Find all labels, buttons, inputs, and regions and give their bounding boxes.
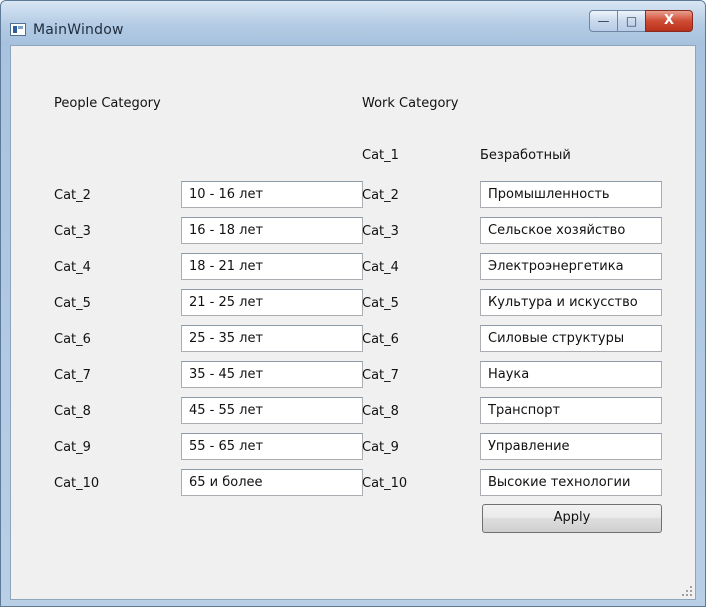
people-cat-field[interactable]: 65 и более (181, 469, 363, 496)
people-cat-field[interactable]: 45 - 55 лет (181, 397, 363, 424)
work-cat-label: Cat_2 (362, 188, 399, 203)
work-cat-1-label: Cat_1 (362, 148, 399, 163)
resize-grip-icon[interactable] (682, 586, 692, 596)
work-cat-field[interactable]: Культура и искусство (480, 289, 662, 316)
app-window-icon (10, 23, 26, 36)
work-cat-label: Cat_6 (362, 332, 399, 347)
work-cat-label: Cat_7 (362, 368, 399, 383)
apply-button[interactable]: Apply (482, 504, 662, 533)
people-cat-field[interactable]: 55 - 65 лет (181, 433, 363, 460)
main-window: MainWindow — □ X People Category Work Ca… (0, 0, 706, 607)
work-cat-label: Cat_3 (362, 224, 399, 239)
work-cat-label: Cat_5 (362, 296, 399, 311)
people-category-heading: People Category (54, 96, 161, 111)
people-cat-label: Cat_7 (54, 368, 91, 383)
people-cat-label: Cat_3 (54, 224, 91, 239)
people-cat-field[interactable]: 35 - 45 лет (181, 361, 363, 388)
people-cat-field[interactable]: 10 - 16 лет (181, 181, 363, 208)
people-cat-label: Cat_4 (54, 260, 91, 275)
work-cat-field[interactable]: Транспорт (480, 397, 662, 424)
work-category-heading: Work Category (362, 96, 459, 111)
work-cat-1-value: Безработный (480, 148, 571, 163)
work-cat-label: Cat_4 (362, 260, 399, 275)
work-cat-label: Cat_8 (362, 404, 399, 419)
client-area: People Category Work Category Cat_1 Безр… (10, 45, 696, 600)
close-button[interactable]: X (645, 10, 693, 32)
people-cat-field[interactable]: 25 - 35 лет (181, 325, 363, 352)
people-cat-label: Cat_9 (54, 440, 91, 455)
work-cat-field[interactable]: Силовые структуры (480, 325, 662, 352)
work-cat-field[interactable]: Электроэнергетика (480, 253, 662, 280)
work-cat-field[interactable]: Управление (480, 433, 662, 460)
minimize-button[interactable]: — (589, 10, 617, 32)
work-cat-field[interactable]: Наука (480, 361, 662, 388)
work-cat-field[interactable]: Сельское хозяйство (480, 217, 662, 244)
work-cat-field[interactable]: Промышленность (480, 181, 662, 208)
title-bar[interactable]: MainWindow — □ X (1, 1, 705, 45)
people-cat-label: Cat_10 (54, 476, 100, 491)
people-cat-label: Cat_6 (54, 332, 91, 347)
people-cat-label: Cat_8 (54, 404, 91, 419)
people-cat-label: Cat_5 (54, 296, 91, 311)
maximize-button[interactable]: □ (617, 10, 645, 32)
work-cat-field[interactable]: Высокие технологии (480, 469, 662, 496)
people-cat-field[interactable]: 21 - 25 лет (181, 289, 363, 316)
window-title: MainWindow (33, 22, 124, 38)
window-controls: — □ X (589, 10, 693, 32)
work-cat-label: Cat_9 (362, 440, 399, 455)
people-cat-field[interactable]: 18 - 21 лет (181, 253, 363, 280)
people-cat-label: Cat_2 (54, 188, 91, 203)
work-cat-label: Cat_10 (362, 476, 408, 491)
people-cat-field[interactable]: 16 - 18 лет (181, 217, 363, 244)
